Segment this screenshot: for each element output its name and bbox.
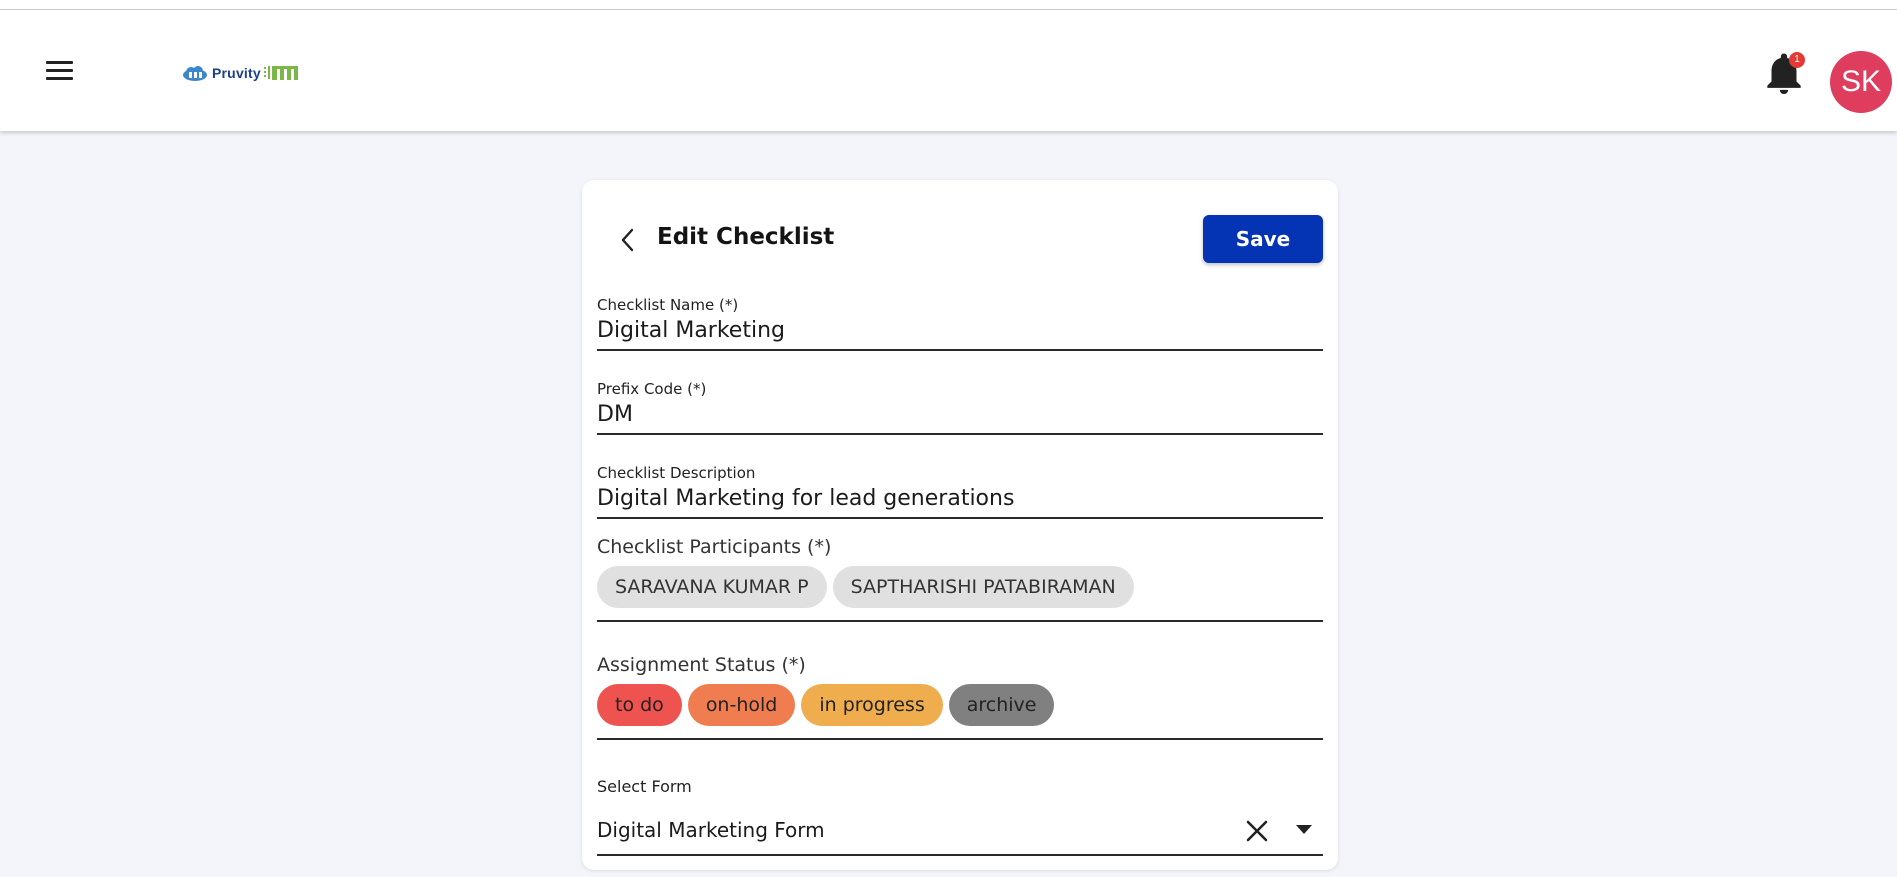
checklist-description-field: Checklist Description bbox=[597, 464, 1323, 519]
select-form-label: Select Form bbox=[597, 777, 692, 796]
participants-chips[interactable]: SARAVANA KUMAR P SAPTHARISHI PATABIRAMAN bbox=[597, 566, 1323, 622]
caret-down-icon[interactable] bbox=[1296, 825, 1312, 835]
checklist-name-label: Checklist Name (*) bbox=[597, 296, 739, 314]
participants-field: Checklist Participants (*) SARAVANA KUMA… bbox=[597, 536, 1323, 622]
prefix-code-field: Prefix Code (*) bbox=[597, 380, 1323, 435]
chevron-left-icon bbox=[621, 228, 634, 252]
prefix-code-label: Prefix Code (*) bbox=[597, 380, 707, 398]
assignment-status-field: Assignment Status (*) to do on-hold in p… bbox=[597, 654, 1323, 740]
select-form-value: Digital Marketing Form bbox=[597, 818, 825, 842]
prefix-code-input[interactable] bbox=[597, 398, 1323, 435]
user-avatar[interactable]: SK bbox=[1830, 51, 1892, 113]
status-chip-in-progress[interactable]: in progress bbox=[801, 684, 943, 726]
status-chip-to-do[interactable]: to do bbox=[597, 684, 682, 726]
participant-chip[interactable]: SARAVANA KUMAR P bbox=[597, 566, 827, 608]
notifications-button[interactable]: 1 bbox=[1764, 52, 1805, 96]
checklist-description-label: Checklist Description bbox=[597, 464, 756, 482]
logo-bars-icon bbox=[263, 66, 298, 80]
status-chip-on-hold[interactable]: on-hold bbox=[687, 684, 796, 726]
checklist-name-input[interactable] bbox=[597, 314, 1323, 351]
participants-label: Checklist Participants (*) bbox=[597, 536, 832, 558]
assignment-status-chips[interactable]: to do on-hold in progress archive bbox=[597, 684, 1323, 740]
notification-badge: 1 bbox=[1789, 52, 1805, 68]
participant-chip[interactable]: SAPTHARISHI PATABIRAMAN bbox=[832, 566, 1134, 608]
menu-icon[interactable] bbox=[44, 58, 76, 84]
cloud-logo-icon bbox=[183, 66, 207, 81]
checklist-description-input[interactable] bbox=[597, 482, 1323, 519]
select-form-dropdown[interactable]: Digital Marketing Form bbox=[597, 806, 1323, 856]
top-strip bbox=[0, 0, 1897, 10]
brand-name: Pruvity bbox=[212, 65, 261, 81]
app-bar: Pruvity 1 SK bbox=[0, 10, 1897, 131]
brand-logo[interactable]: Pruvity bbox=[181, 62, 298, 84]
checklist-name-field: Checklist Name (*) bbox=[597, 296, 1323, 351]
save-button[interactable]: Save bbox=[1203, 215, 1323, 263]
back-button[interactable] bbox=[616, 224, 640, 256]
close-icon[interactable] bbox=[1244, 818, 1270, 844]
select-form-field: Select Form Digital Marketing Form bbox=[597, 777, 1323, 856]
edit-checklist-card: Edit Checklist Save Checklist Name (*) P… bbox=[582, 180, 1338, 870]
assignment-status-label: Assignment Status (*) bbox=[597, 654, 806, 676]
status-chip-archive[interactable]: archive bbox=[948, 684, 1055, 726]
page-title: Edit Checklist bbox=[657, 224, 835, 250]
